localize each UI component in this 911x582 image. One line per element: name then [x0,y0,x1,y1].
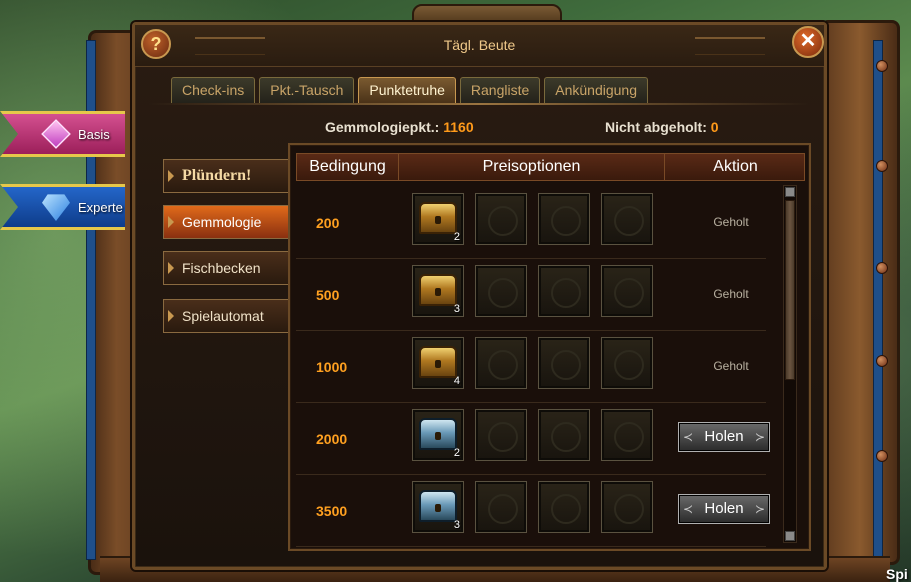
tab-pkt-tausch[interactable]: Pkt.-Tausch [259,77,355,103]
tab-check-ins[interactable]: Check-ins [171,77,256,103]
menu-fischbecken[interactable]: Fischbecken [163,251,289,285]
tab-punktetruhe[interactable]: Punktetruhe [358,77,456,103]
book-stud [876,60,888,72]
reward-slot[interactable]: 2 [412,409,464,461]
table-row: 200 2 Geholt [296,187,766,259]
claimed-status: Geholt [713,359,749,373]
reward-slot[interactable]: 3 [412,265,464,317]
window-title: Tägl. Beute [443,37,516,53]
gold-chest-icon [419,274,457,306]
empty-slot [538,481,590,533]
tab-rangliste[interactable]: Rangliste [459,77,541,103]
unclaimed-info: Nicht abgeholt: 0 [605,119,719,135]
points-info: Gemmologiepkt.: 1160 [325,119,474,135]
help-button[interactable]: ? [141,29,171,59]
empty-slot [475,481,527,533]
table-row: 1000 4 Geholt [296,331,766,403]
condition-value: 3500 [316,503,348,519]
item-quantity: 2 [453,231,460,243]
empty-slot [601,193,653,245]
tab-ankuendigung[interactable]: Ankündigung [544,77,649,103]
book-stud [876,262,888,274]
empty-slot [601,481,653,533]
header-condition: Bedingung [297,154,399,180]
item-quantity: 3 [453,303,460,315]
side-tab-label: Experte [78,199,123,215]
close-button[interactable]: ✕ [792,26,824,58]
empty-slot [475,265,527,317]
empty-slot [538,193,590,245]
blue-diamond-icon [42,194,70,221]
book-spine-right [873,40,883,560]
points-value: 1160 [443,119,474,135]
gold-chest-icon [419,202,457,234]
table-header: Bedingung Preisoptionen Aktion [296,153,805,181]
empty-slot [475,409,527,461]
claimed-status: Geholt [713,287,749,301]
empty-slot [538,409,590,461]
book-stud [876,450,888,462]
reward-table: Bedingung Preisoptionen Aktion 200 2 Geh… [288,143,811,551]
reward-slot[interactable]: 3 [412,481,464,533]
condition-value: 500 [316,287,340,303]
close-icon: ✕ [799,30,817,52]
silver-chest-icon [419,490,457,522]
empty-slot [475,193,527,245]
daily-loot-window: Tägl. Beute ? ✕ Check-ins Pkt.-Tausch Pu… [132,22,827,570]
empty-slot [601,409,653,461]
gold-chest-icon [419,346,457,378]
empty-slot [475,337,527,389]
table-row: 2000 2 Holen [296,403,770,475]
condition-value: 2000 [316,431,348,447]
points-label: Gemmologiepkt.: [325,119,440,135]
corner-label: Spi [886,566,908,582]
table-row: 3500 3 Holen [296,475,770,547]
item-quantity: 4 [453,375,460,387]
scroll-down-button[interactable] [785,531,795,541]
unclaimed-value: 0 [710,119,719,135]
side-tab-label: Basis [78,126,110,142]
item-quantity: 3 [453,519,460,531]
side-tab-experte[interactable]: Experte [0,184,125,230]
condition-value: 1000 [316,359,348,375]
title-bar: Tägl. Beute [135,25,824,67]
side-tab-basis[interactable]: Basis [0,111,125,157]
reward-slot[interactable]: 4 [412,337,464,389]
reward-slot[interactable]: 2 [412,193,464,245]
header-action: Aktion [713,158,758,175]
claim-button[interactable]: Holen [678,422,770,452]
claim-button[interactable]: Holen [678,494,770,524]
menu-gemmologie[interactable]: Gemmologie [163,205,289,239]
empty-slot [538,337,590,389]
book-stud [876,355,888,367]
condition-value: 200 [316,215,340,231]
menu-spielautomat[interactable]: Spielautomat [163,299,289,333]
book-cover-right [820,20,900,565]
scroll-up-button[interactable] [785,187,795,197]
table-scrollbar[interactable] [783,185,797,543]
empty-slot [601,265,653,317]
scroll-thumb[interactable] [785,200,795,380]
unclaimed-label: Nicht abgeholt: [605,119,707,135]
silver-chest-icon [419,418,457,450]
book-stud [876,160,888,172]
table-row: 500 3 Geholt [296,259,766,331]
header-rewards: Preisoptionen [399,154,665,180]
tab-divider [149,103,809,105]
claimed-status: Geholt [713,215,749,229]
question-icon: ? [150,34,162,54]
item-quantity: 2 [453,447,460,459]
pink-gem-icon [41,119,71,149]
empty-slot [601,337,653,389]
empty-slot [538,265,590,317]
menu-pluendern[interactable]: Plündern! [163,159,289,193]
tab-bar: Check-ins Pkt.-Tausch Punktetruhe Rangli… [171,77,649,103]
